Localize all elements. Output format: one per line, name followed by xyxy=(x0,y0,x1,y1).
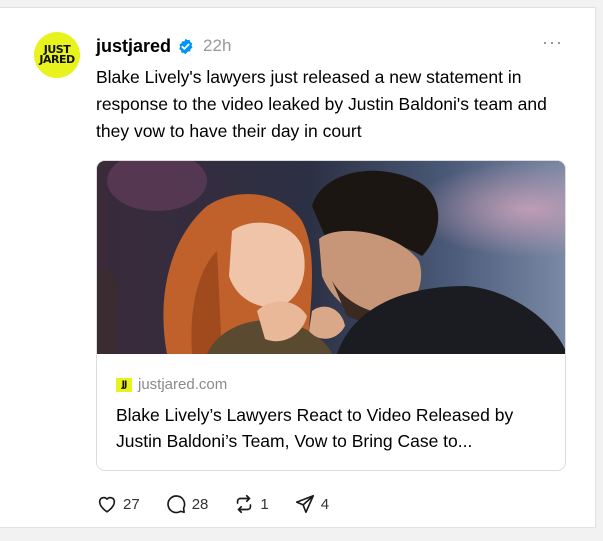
username[interactable]: justjared xyxy=(96,36,171,57)
like-button[interactable]: 27 xyxy=(96,493,140,515)
heart-icon xyxy=(98,496,116,513)
avatar[interactable]: JUST JARED xyxy=(34,32,80,78)
timestamp: 22h xyxy=(203,36,232,55)
avatar-line2: JARED xyxy=(39,53,75,66)
post-header: justjared 22h xyxy=(96,34,231,58)
repost-count: 1 xyxy=(260,495,269,513)
verified-badge-icon xyxy=(179,38,193,54)
link-preview-card[interactable]: JJ justjared.com Blake Lively’s Lawyers … xyxy=(96,160,566,471)
more-options-icon[interactable]: ··· xyxy=(542,32,563,53)
link-domain: justjared.com xyxy=(138,376,228,393)
share-count: 4 xyxy=(320,495,330,513)
action-bar: 27 28 1 4 xyxy=(96,492,354,516)
site-favicon-icon: JJ xyxy=(116,377,132,392)
link-preview-meta: JJ justjared.com Blake Lively’s Lawyers … xyxy=(97,354,565,470)
link-domain-row: JJ justjared.com xyxy=(116,376,227,393)
post-text: Blake Lively's lawyers just released a n… xyxy=(96,67,547,141)
comment-button[interactable]: 28 xyxy=(165,493,209,515)
link-preview-image xyxy=(97,161,565,354)
like-count: 27 xyxy=(123,495,140,513)
send-icon xyxy=(295,494,314,514)
link-title: Blake Lively’s Lawyers React to Video Re… xyxy=(116,405,514,451)
post-card: JUST JARED justjared 22h ··· Blake Livel… xyxy=(0,7,596,528)
repost-button[interactable]: 1 xyxy=(233,493,269,515)
share-button[interactable]: 4 xyxy=(294,493,329,515)
comment-count: 28 xyxy=(191,495,209,513)
repost-icon xyxy=(237,494,252,514)
comment-bubble-icon xyxy=(166,495,186,514)
